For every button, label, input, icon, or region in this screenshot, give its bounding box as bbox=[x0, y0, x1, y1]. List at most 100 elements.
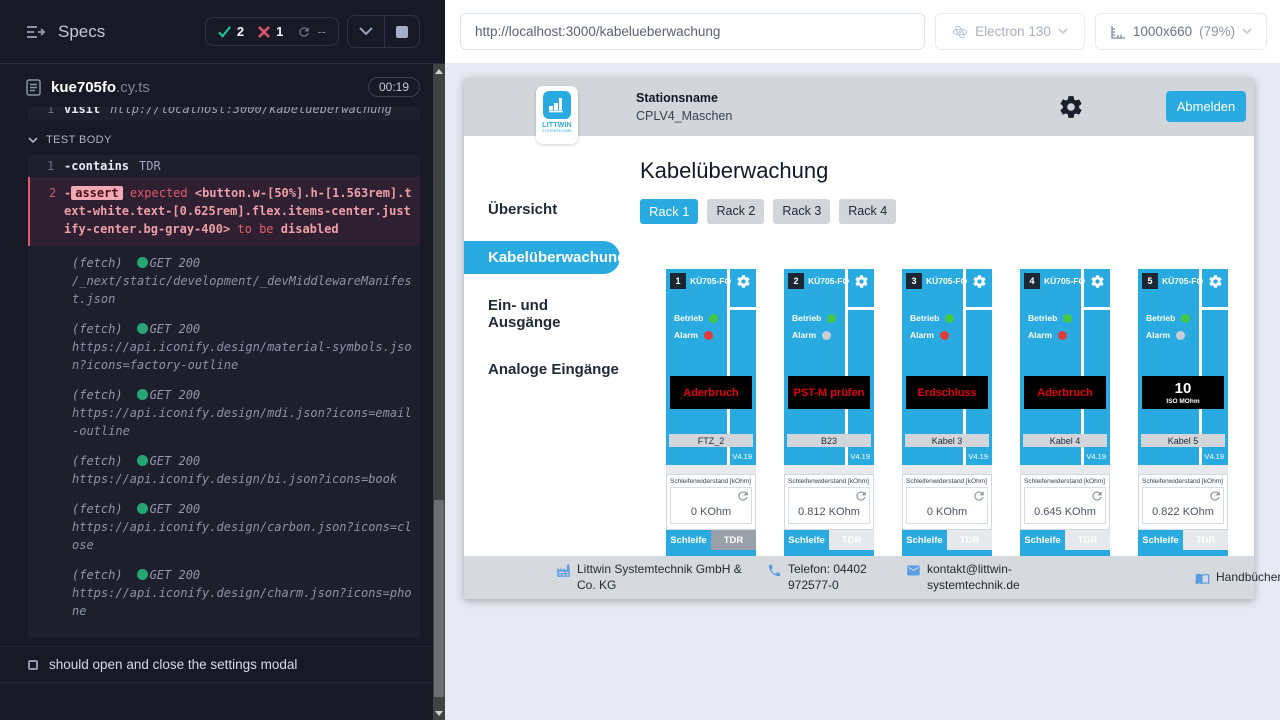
stop-button[interactable] bbox=[385, 16, 419, 47]
footer-contact-text: Telefon: 04402 972577-0 bbox=[788, 562, 884, 593]
test-body-section[interactable]: TEST BODY bbox=[0, 120, 445, 155]
sidebar-item[interactable]: Übersicht bbox=[464, 194, 624, 225]
rack-tab[interactable]: Rack 1 bbox=[640, 199, 698, 224]
device-front: 2 KÜ705-FO Betrieb Alarm PST-M prüfen B2… bbox=[784, 269, 874, 465]
device-model: KÜ705-FO bbox=[690, 276, 731, 286]
fetch-log-row[interactable]: (fetch)GET 200 https://api.iconify.desig… bbox=[72, 566, 412, 620]
sidebar-item[interactable]: Analoge Eingänge bbox=[464, 354, 624, 385]
test-stats[interactable]: 2 1 -- bbox=[205, 17, 339, 46]
refresh-button[interactable] bbox=[854, 489, 868, 508]
rack-tab[interactable]: Rack 4 bbox=[839, 199, 896, 224]
schleife-button[interactable]: Schleife bbox=[1138, 530, 1183, 550]
divider bbox=[1084, 307, 1110, 310]
status-text: Erdschluss bbox=[917, 387, 976, 399]
spec-name: kue705fo.cy.ts bbox=[51, 79, 150, 96]
command-name: visit bbox=[64, 107, 100, 116]
specs-label: Specs bbox=[58, 22, 105, 42]
collapse-button[interactable] bbox=[348, 16, 384, 47]
device-settings-button[interactable] bbox=[854, 274, 869, 294]
fetch-status: GET 200 bbox=[150, 454, 201, 468]
status-unit: ISO MOhm bbox=[1166, 398, 1199, 405]
rack-tab[interactable]: Rack 3 bbox=[773, 199, 830, 224]
resistance-meter: Schleifenwiderstand [kOhm] 0.645 KOhm bbox=[1020, 474, 1110, 530]
fetch-url: https://api.iconify.design/mdi.json?icon… bbox=[72, 406, 412, 438]
sidebar-item[interactable]: Ein- und Ausgänge bbox=[464, 290, 624, 338]
spec-file-row[interactable]: kue705fo.cy.ts 00:19 bbox=[0, 64, 445, 107]
fetch-url: /_next/static/development/_devMiddleware… bbox=[72, 274, 412, 306]
schleife-button[interactable]: Schleife bbox=[902, 530, 947, 550]
scrollbar-thumb[interactable] bbox=[434, 500, 444, 697]
command-row-assert-failed[interactable]: 2 -assert expected <button.w-[50%].h-[1.… bbox=[28, 177, 420, 246]
meter-value-box: 0.645 KOhm bbox=[1024, 487, 1106, 524]
tdr-button[interactable]: TDR bbox=[947, 530, 992, 550]
refresh-icon bbox=[1090, 489, 1104, 503]
fetch-log-row[interactable]: (fetch)GET 200 https://api.iconify.desig… bbox=[72, 320, 412, 374]
fetch-log-row[interactable]: (fetch)GET 200 https://api.iconify.desig… bbox=[72, 386, 412, 440]
footer-contact-item[interactable]: Telefon: 04402 972577-0 bbox=[767, 562, 884, 593]
tdr-button[interactable]: TDR bbox=[1065, 530, 1110, 550]
fetch-status: GET 200 bbox=[150, 256, 201, 270]
resistance-value: 0.645 KOhm bbox=[1034, 506, 1096, 518]
device-settings-button[interactable] bbox=[736, 274, 751, 294]
firmware-version: V4.19 bbox=[732, 452, 752, 461]
logout-button[interactable]: Abmelden bbox=[1166, 91, 1246, 122]
browser-select[interactable]: Electron 130 bbox=[935, 13, 1085, 50]
stat-passed: 2 bbox=[218, 24, 244, 39]
footer-contact-item[interactable]: kontakt@littwin-systemtechnik.de bbox=[906, 562, 1035, 593]
station-value: CPLV4_Maschen bbox=[636, 109, 732, 123]
rack-tab[interactable]: Rack 2 bbox=[707, 199, 764, 224]
fetch-log-row[interactable]: (fetch)GET 200 https://api.iconify.desig… bbox=[72, 500, 412, 554]
command-row-visit[interactable]: 1 visit http://localhost:3000/kabelueber… bbox=[28, 107, 420, 120]
device-cards: 1 KÜ705-FO Betrieb Alarm Aderbruch FTZ_2… bbox=[666, 269, 1254, 556]
status-value: 10 bbox=[1175, 381, 1192, 396]
refresh-icon bbox=[854, 489, 868, 503]
command-row-contains[interactable]: 1 -containsTDR bbox=[28, 155, 420, 177]
schleife-button[interactable]: Schleife bbox=[1020, 530, 1065, 550]
schleife-button[interactable]: Schleife bbox=[784, 530, 829, 550]
refresh-button[interactable] bbox=[972, 489, 986, 508]
specs-title[interactable]: Specs bbox=[26, 22, 105, 42]
refresh-icon bbox=[972, 489, 986, 503]
status-display: Aderbruch bbox=[670, 376, 752, 409]
device-settings-button[interactable] bbox=[972, 274, 987, 294]
command-arg: http://localhost:3000/kabelueberwachung bbox=[110, 107, 392, 116]
settings-gear-button[interactable] bbox=[1058, 94, 1084, 125]
fetch-label: (fetch) bbox=[72, 322, 123, 336]
divider bbox=[1202, 307, 1228, 310]
pending-test-row[interactable]: should open and close the settings modal bbox=[0, 646, 445, 683]
status-leds: Betrieb Alarm bbox=[1028, 313, 1072, 347]
fetch-log-row[interactable]: (fetch)GET 200 /_next/static/development… bbox=[72, 254, 412, 308]
tdr-button[interactable]: TDR bbox=[1183, 530, 1228, 550]
app-sidebar: Übersicht Kabelüberwachung Ein- und Ausgän… bbox=[464, 136, 624, 556]
sidebar-item[interactable]: Kabelüberwachung bbox=[464, 241, 620, 274]
firmware-version: V4.19 bbox=[968, 452, 988, 461]
viewport-select[interactable]: 1000x660 (79%) bbox=[1095, 13, 1267, 50]
url-input[interactable] bbox=[460, 13, 925, 50]
scroll-down-arrow[interactable] bbox=[433, 706, 445, 720]
fetch-log-row[interactable]: (fetch)GET 200 https://api.iconify.desig… bbox=[72, 452, 412, 488]
footer-contact-item[interactable]: Handbücher bbox=[1195, 570, 1280, 586]
station-label: Stationsname bbox=[636, 91, 732, 105]
scroll-up-arrow[interactable] bbox=[433, 64, 445, 78]
fetch-url: https://api.iconify.design/charm.json?ic… bbox=[72, 586, 412, 618]
footer-contact-text: Littwin Systemtechnik GmbH & Co. KG bbox=[577, 562, 745, 593]
device-settings-button[interactable] bbox=[1208, 274, 1223, 294]
meter-value-box: 0.812 KOhm bbox=[788, 487, 870, 524]
status-leds: Betrieb Alarm bbox=[1146, 313, 1190, 347]
page-title: Kabelüberwachung bbox=[640, 158, 1254, 184]
fetch-status: GET 200 bbox=[150, 388, 201, 402]
resistance-value: 0 KOhm bbox=[691, 506, 731, 518]
station-info: Stationsname CPLV4_Maschen bbox=[636, 91, 732, 123]
footer-contact-item[interactable]: Littwin Systemtechnik GmbH & Co. KG bbox=[556, 562, 745, 593]
success-dot-icon bbox=[137, 455, 148, 466]
resistance-value: 0.812 KOhm bbox=[798, 506, 860, 518]
refresh-button[interactable] bbox=[1208, 489, 1222, 508]
refresh-icon bbox=[736, 489, 750, 503]
schleife-button[interactable]: Schleife bbox=[666, 530, 711, 550]
tdr-button[interactable]: TDR bbox=[711, 530, 756, 550]
refresh-button[interactable] bbox=[736, 489, 750, 508]
refresh-button[interactable] bbox=[1090, 489, 1104, 508]
meter-label: Schleifenwiderstand [kOhm] bbox=[1024, 478, 1106, 485]
device-settings-button[interactable] bbox=[1090, 274, 1105, 294]
tdr-button[interactable]: TDR bbox=[829, 530, 874, 550]
